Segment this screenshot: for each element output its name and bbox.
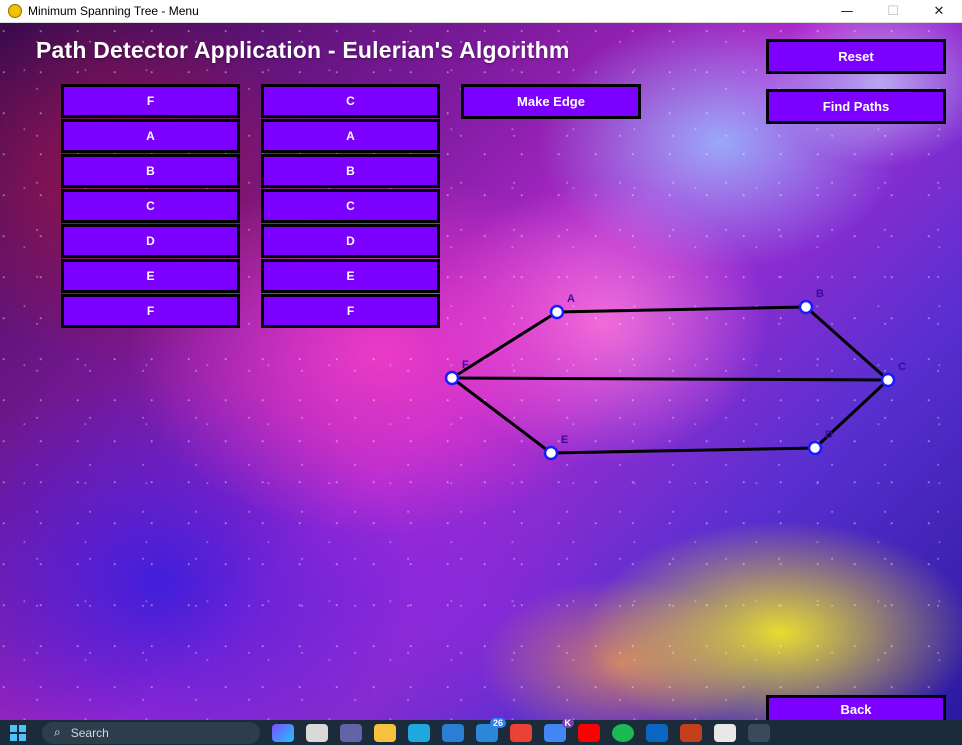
notepad-icon[interactable] — [714, 723, 736, 742]
graph-edge-e-d — [550, 446, 816, 455]
graph-vertex-label-b: B — [816, 288, 824, 300]
graph-edge-f-c — [451, 376, 889, 382]
minimize-icon[interactable]: — — [824, 0, 870, 22]
search-icon: ⌕ — [54, 725, 61, 739]
powerpoint-icon[interactable] — [680, 723, 702, 742]
vscode-icon[interactable] — [646, 723, 668, 742]
graph-vertex-label-f: F — [462, 359, 469, 371]
window-controls: — ☐ ✕ — [824, 0, 962, 22]
graph-edge-a-b — [556, 305, 807, 314]
graph-edge-b-c — [805, 305, 889, 382]
mail-icon[interactable]: 26 — [476, 717, 506, 742]
graph-vertex-f[interactable] — [444, 370, 460, 386]
windows-start-icon[interactable] — [10, 724, 26, 741]
graph-vertex-d[interactable] — [807, 440, 823, 456]
graph-canvas: A B C D E F — [444, 288, 906, 461]
search-placeholder: Search — [70, 725, 109, 740]
window-title: Minimum Spanning Tree - Menu — [28, 4, 199, 18]
maximize-icon[interactable]: ☐ — [870, 0, 916, 22]
copilot-icon[interactable] — [272, 723, 294, 742]
python-taskbar-icon[interactable] — [748, 723, 770, 742]
youtube-icon[interactable] — [578, 723, 600, 742]
graph-vertex-e[interactable] — [543, 445, 559, 461]
graph-vertex-b[interactable] — [798, 299, 814, 315]
graph-vertex-c[interactable] — [880, 372, 896, 388]
graph-edge-f-e — [451, 376, 552, 455]
graph-vertex-label-e: E — [561, 434, 568, 446]
mail-badge: 26 — [489, 717, 506, 728]
chrome-profile-icon[interactable]: K — [544, 717, 574, 742]
graph-vertex-label-d: D — [825, 429, 833, 441]
spotify-icon[interactable] — [612, 723, 634, 742]
teams-icon[interactable] — [340, 723, 362, 742]
edge-icon[interactable] — [408, 723, 430, 742]
taskbar: ⌕ Search 26 K — [0, 717, 962, 745]
store-icon[interactable] — [442, 723, 464, 742]
window-titlebar: Minimum Spanning Tree - Menu — ☐ ✕ — [0, 0, 962, 23]
graph-vertex-label-a: A — [567, 293, 575, 305]
close-icon[interactable]: ✕ — [916, 0, 962, 22]
taskbar-search-input[interactable]: ⌕ Search — [42, 721, 260, 744]
chrome-icon[interactable] — [510, 723, 532, 742]
graph-vertex-a[interactable] — [549, 304, 565, 320]
python-app-icon — [8, 4, 22, 18]
file-explorer-icon[interactable] — [374, 723, 396, 742]
app-canvas: Path Detector Application - Eulerian's A… — [0, 23, 962, 720]
graph-vertex-label-c: C — [898, 361, 906, 373]
profile-badge: K — [561, 717, 574, 728]
task-view-icon[interactable] — [306, 723, 328, 742]
